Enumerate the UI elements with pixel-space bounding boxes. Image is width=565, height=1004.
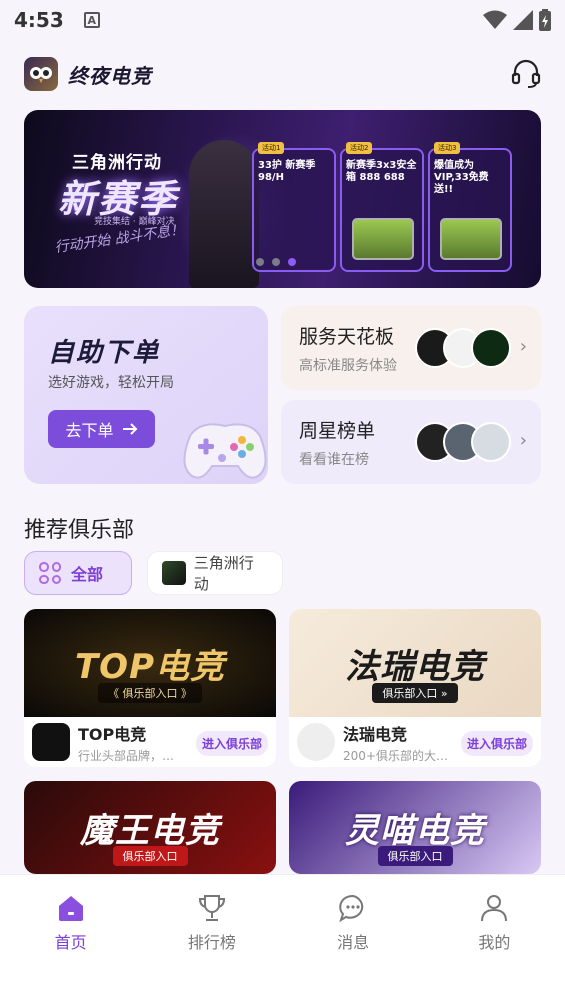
- service-card[interactable]: 服务天花板 高标准服务体验 ›: [281, 306, 541, 390]
- avatar: [471, 422, 511, 462]
- section-title: 推荐俱乐部: [24, 518, 135, 543]
- signal-icon: [513, 10, 533, 30]
- nav-profile[interactable]: 我的: [424, 875, 565, 1004]
- nav-messages[interactable]: 消息: [283, 875, 424, 1004]
- join-club-button[interactable]: 进入俱乐部: [460, 731, 533, 756]
- soldier-artwork: [189, 140, 259, 288]
- join-club-button[interactable]: 进入俱乐部: [195, 731, 268, 756]
- headset-icon[interactable]: [510, 58, 542, 90]
- home-icon: [58, 896, 83, 921]
- service-title: 服务天花板: [299, 325, 395, 348]
- app-header: 终夜电竞: [24, 54, 544, 94]
- club-banner: 魔王电竞 俱乐部入口: [24, 781, 276, 874]
- filter-delta-force[interactable]: 三角洲行动: [147, 551, 283, 595]
- chevron-right-icon: ›: [519, 336, 527, 357]
- wifi-icon: [483, 10, 507, 29]
- bottom-nav: 首页 排行榜 消息 我的: [0, 874, 565, 1004]
- quick-order-title: 自助下单: [48, 338, 161, 368]
- owl-logo-icon: [24, 57, 58, 91]
- club-logo: [297, 723, 335, 761]
- status-icons: [483, 9, 551, 31]
- notification-a-icon: A: [83, 12, 100, 28]
- club-banner: 法瑞电竞 俱乐部入口 »: [289, 609, 541, 717]
- status-time: 4:53: [14, 8, 64, 32]
- battery-icon: [539, 9, 551, 31]
- quick-order-subtitle: 选好游戏，轻松开局: [48, 375, 174, 391]
- quick-order-card[interactable]: 自助下单 选好游戏，轻松开局 去下单: [24, 306, 268, 484]
- club-logo: [32, 723, 70, 761]
- grid-icon: [39, 562, 61, 584]
- safe-box-image: [352, 218, 414, 260]
- club-banner: TOP电竞 《 俱乐部入口 》: [24, 609, 276, 717]
- weekly-subtitle: 看看谁在榜: [299, 451, 369, 468]
- go-order-button[interactable]: 去下单: [48, 410, 155, 448]
- club-card[interactable]: 法瑞电竞 俱乐部入口 » 法瑞电竞 200+俱乐部的大… 进入俱乐部: [289, 609, 541, 767]
- club-avatars: [415, 328, 511, 368]
- pagination-dot-active[interactable]: [288, 258, 296, 266]
- safe-box-image: [440, 218, 502, 260]
- arrow-right-icon: [122, 423, 137, 435]
- service-subtitle: 高标准服务体验: [299, 357, 397, 374]
- club-card[interactable]: 灵喵电竞 俱乐部入口: [289, 781, 541, 874]
- user-icon: [481, 895, 508, 922]
- banner-pagination: [256, 258, 296, 266]
- status-bar: 4:53 A: [0, 0, 565, 40]
- club-desc: 200+俱乐部的大…: [343, 748, 448, 763]
- pagination-dot[interactable]: [272, 258, 280, 266]
- banner-panel: 活动2 新赛季3x3安全箱 888 688: [340, 142, 424, 272]
- nav-ranking[interactable]: 排行榜: [141, 875, 282, 1004]
- weekly-star-card[interactable]: 周星榜单 看看谁在榜 ›: [281, 400, 541, 484]
- trophy-icon: [198, 895, 225, 921]
- star-avatars: [415, 422, 511, 462]
- game-controller-icon: [183, 423, 267, 479]
- chat-icon: [339, 894, 364, 923]
- weekly-title: 周星榜单: [299, 419, 376, 442]
- banner-panel: 活动1 33护 新赛季 98/H: [252, 142, 336, 272]
- club-card[interactable]: 魔王电竞 俱乐部入口: [24, 781, 276, 874]
- club-name: 法瑞电竞: [343, 724, 408, 744]
- filter-all[interactable]: 全部: [24, 551, 132, 595]
- club-name: TOP电竞: [78, 724, 147, 744]
- nav-home[interactable]: 首页: [0, 875, 141, 1004]
- club-banner: 灵喵电竞 俱乐部入口: [289, 781, 541, 874]
- banner-panel: 活动3 爆值成为VIP,33免费送!!: [428, 142, 512, 272]
- chevron-right-icon: ›: [519, 430, 527, 451]
- club-desc: 行业头部品牌，…: [78, 748, 175, 763]
- pagination-dot[interactable]: [256, 258, 264, 266]
- avatar: [471, 328, 511, 368]
- club-card[interactable]: TOP电竞 《 俱乐部入口 》 TOP电竞 行业头部品牌，… 进入俱乐部: [24, 609, 276, 767]
- game-thumbnail: [162, 561, 186, 585]
- app-title: 终夜电竞: [68, 63, 152, 88]
